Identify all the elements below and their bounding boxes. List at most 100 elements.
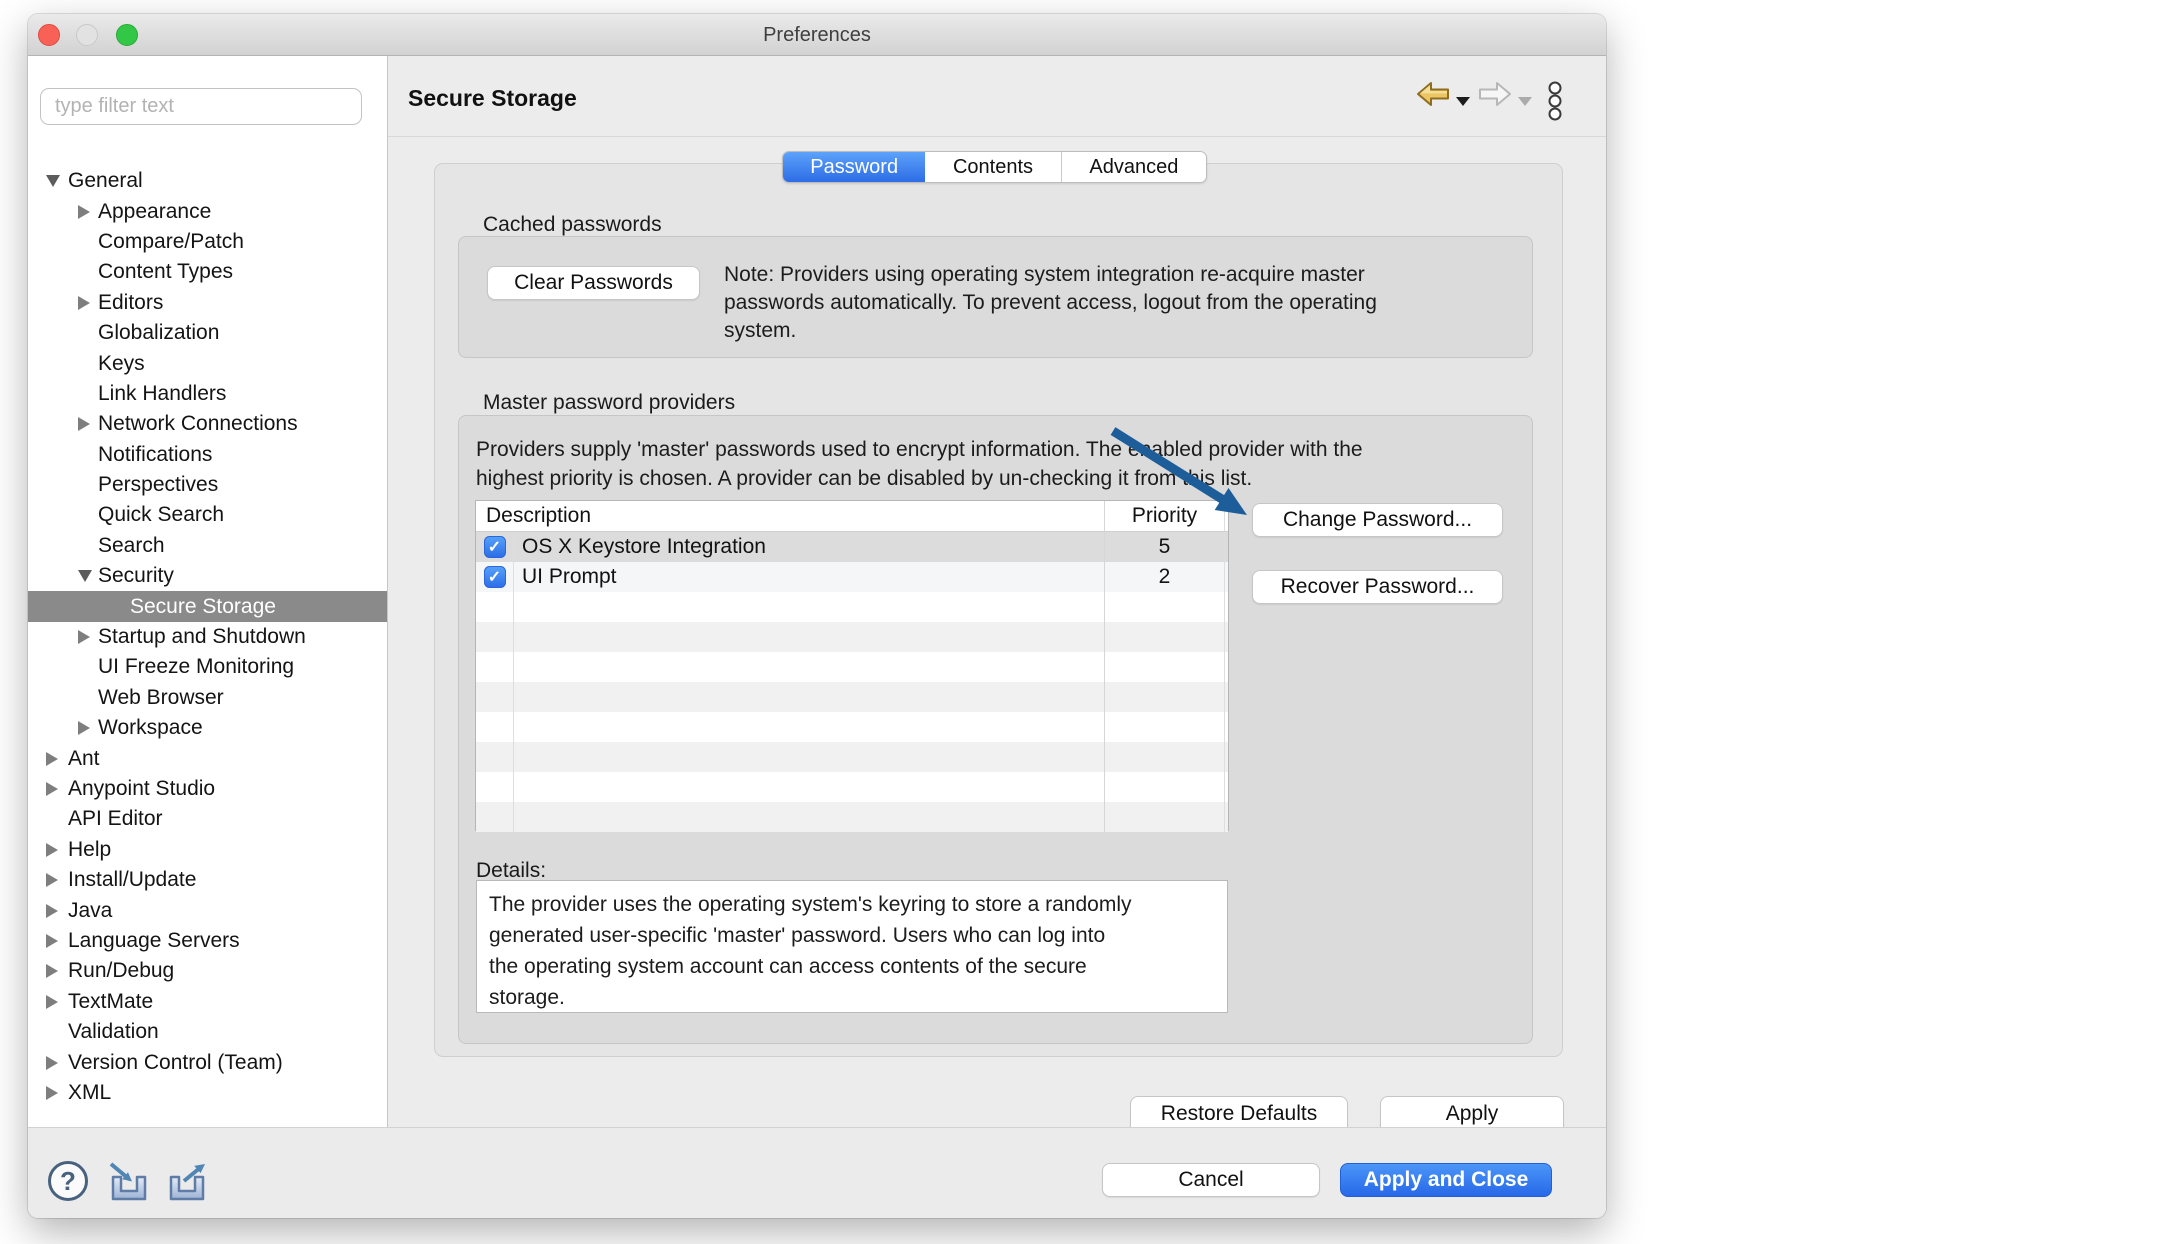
expand-arrow-icon[interactable] xyxy=(46,964,58,978)
table-row-empty xyxy=(476,592,1228,622)
table-row-empty xyxy=(476,622,1228,652)
sidebar-item-ant[interactable]: Ant xyxy=(28,743,388,773)
provider-description xyxy=(514,802,1104,832)
sidebar-item-xml[interactable]: XML xyxy=(28,1078,388,1108)
sidebar-item-language-servers[interactable]: Language Servers xyxy=(28,926,388,956)
sidebar-item-link-handlers[interactable]: Link Handlers xyxy=(28,379,388,409)
sidebar-item-label: Help xyxy=(68,838,111,862)
bottom-bar: ? Cancel Apply and Close xyxy=(28,1127,1606,1218)
sidebar-item-label: Network Connections xyxy=(98,412,298,436)
sidebar-item-quick-search[interactable]: Quick Search xyxy=(28,500,388,530)
cancel-button[interactable]: Cancel xyxy=(1102,1163,1320,1197)
sidebar-item-appearance[interactable]: Appearance xyxy=(28,196,388,226)
sidebar-item-install-update[interactable]: Install/Update xyxy=(28,865,388,895)
sidebar-item-version-control-team-[interactable]: Version Control (Team) xyxy=(28,1047,388,1077)
import-preferences-icon[interactable] xyxy=(105,1160,153,1204)
sidebar-item-general[interactable]: General xyxy=(28,166,388,196)
expand-arrow-icon[interactable] xyxy=(46,904,58,918)
expand-arrow-icon[interactable] xyxy=(46,1086,58,1100)
sidebar-item-label: Language Servers xyxy=(68,929,240,953)
sidebar-item-label: Appearance xyxy=(98,200,211,224)
expand-arrow-icon[interactable] xyxy=(78,417,90,431)
expand-arrow-icon[interactable] xyxy=(46,873,58,887)
sidebar-item-search[interactable]: Search xyxy=(28,531,388,561)
sidebar-item-web-browser[interactable]: Web Browser xyxy=(28,683,388,713)
table-row-empty xyxy=(476,742,1228,772)
sidebar-item-label: API Editor xyxy=(68,807,163,831)
column-header-description[interactable]: Description xyxy=(476,501,1104,531)
provider-enabled-checkbox[interactable]: ✓ xyxy=(484,566,506,588)
text-line: Note: Providers using operating system i… xyxy=(724,261,1377,289)
expand-arrow-icon[interactable] xyxy=(46,1056,58,1070)
forward-history-dropdown-icon[interactable] xyxy=(1518,97,1532,106)
tab-contents[interactable]: Contents xyxy=(925,152,1061,182)
sidebar-item-label: Validation xyxy=(68,1020,159,1044)
back-history-dropdown-icon[interactable] xyxy=(1456,97,1470,106)
sidebar-item-editors[interactable]: Editors xyxy=(28,288,388,318)
details-box[interactable]: The provider uses the operating system's… xyxy=(476,880,1228,1013)
sidebar-item-startup-and-shutdown[interactable]: Startup and Shutdown xyxy=(28,622,388,652)
tab-bar: Password Contents Advanced xyxy=(782,151,1207,183)
sidebar-item-perspectives[interactable]: Perspectives xyxy=(28,470,388,500)
expand-arrow-icon[interactable] xyxy=(78,296,90,310)
sidebar-item-api-editor[interactable]: API Editor xyxy=(28,804,388,834)
help-icon[interactable]: ? xyxy=(48,1161,88,1201)
sidebar-item-network-connections[interactable]: Network Connections xyxy=(28,409,388,439)
sidebar-item-compare-patch[interactable]: Compare/Patch xyxy=(28,227,388,257)
export-preferences-icon[interactable] xyxy=(163,1160,211,1204)
expand-arrow-icon[interactable] xyxy=(78,721,90,735)
recover-password-button[interactable]: Recover Password... xyxy=(1252,570,1503,604)
sidebar-item-label: Web Browser xyxy=(98,686,224,710)
filter-input[interactable] xyxy=(40,88,362,125)
tab-advanced[interactable]: Advanced xyxy=(1062,152,1206,182)
window-title: Preferences xyxy=(28,14,1606,56)
expand-arrow-icon[interactable] xyxy=(46,782,58,796)
expand-arrow-icon[interactable] xyxy=(46,995,58,1009)
clear-passwords-button[interactable]: Clear Passwords xyxy=(487,266,700,300)
expand-arrow-icon[interactable] xyxy=(78,630,90,644)
header-divider xyxy=(388,136,1606,137)
change-password-button[interactable]: Change Password... xyxy=(1252,503,1503,537)
sidebar-item-help[interactable]: Help xyxy=(28,835,388,865)
view-menu-overflow-icon[interactable] xyxy=(1544,81,1566,123)
expand-arrow-icon[interactable] xyxy=(46,843,58,857)
column-header-priority[interactable]: Priority xyxy=(1104,501,1224,531)
sidebar-item-label: XML xyxy=(68,1081,111,1105)
collapse-arrow-icon[interactable] xyxy=(46,175,60,187)
provider-enabled-checkbox[interactable]: ✓ xyxy=(484,536,506,558)
sidebar-item-label: Perspectives xyxy=(98,473,218,497)
collapse-arrow-icon[interactable] xyxy=(78,570,92,582)
sidebar-item-label: UI Freeze Monitoring xyxy=(98,655,294,679)
sidebar-item-run-debug[interactable]: Run/Debug xyxy=(28,956,388,986)
table-row[interactable]: ✓UI Prompt2 xyxy=(476,562,1228,592)
text-line: storage. xyxy=(489,982,1215,1013)
sidebar-item-keys[interactable]: Keys xyxy=(28,348,388,378)
sidebar-item-workspace[interactable]: Workspace xyxy=(28,713,388,743)
apply-and-close-button[interactable]: Apply and Close xyxy=(1340,1163,1552,1197)
table-row-empty xyxy=(476,652,1228,682)
provider-description xyxy=(514,712,1104,742)
sidebar-item-textmate[interactable]: TextMate xyxy=(28,987,388,1017)
forward-arrow-icon[interactable] xyxy=(1478,80,1512,108)
tab-password[interactable]: Password xyxy=(783,152,925,182)
sidebar-item-label: Keys xyxy=(98,352,145,376)
back-arrow-icon[interactable] xyxy=(1416,80,1450,108)
expand-arrow-icon[interactable] xyxy=(46,752,58,766)
titlebar: Preferences xyxy=(28,14,1606,56)
sidebar-item-security[interactable]: Security xyxy=(28,561,388,591)
sidebar-item-validation[interactable]: Validation xyxy=(28,1017,388,1047)
sidebar-item-notifications[interactable]: Notifications xyxy=(28,440,388,470)
table-row[interactable]: ✓OS X Keystore Integration5 xyxy=(476,532,1228,562)
sidebar-item-secure-storage[interactable]: Secure Storage xyxy=(28,591,388,621)
sidebar-item-java[interactable]: Java xyxy=(28,895,388,925)
sidebar-item-ui-freeze-monitoring[interactable]: UI Freeze Monitoring xyxy=(28,652,388,682)
provider-priority xyxy=(1104,742,1224,772)
sidebar-item-label: TextMate xyxy=(68,990,153,1014)
sidebar-item-globalization[interactable]: Globalization xyxy=(28,318,388,348)
sidebar-item-anypoint-studio[interactable]: Anypoint Studio xyxy=(28,774,388,804)
sidebar-item-label: Compare/Patch xyxy=(98,230,244,254)
expand-arrow-icon[interactable] xyxy=(78,205,90,219)
expand-arrow-icon[interactable] xyxy=(46,934,58,948)
sidebar-item-label: Workspace xyxy=(98,716,203,740)
sidebar-item-content-types[interactable]: Content Types xyxy=(28,257,388,287)
